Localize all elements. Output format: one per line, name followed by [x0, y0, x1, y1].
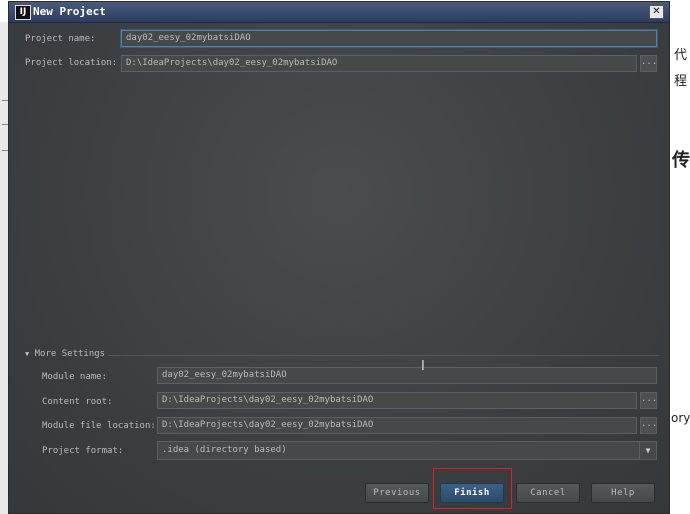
background-text-2: 程 — [674, 74, 688, 89]
project-format-label: Project format: — [42, 446, 124, 456]
dialog-title: New Project — [33, 5, 106, 18]
module-file-location-input[interactable]: D:\IdeaProjects\day02_eesy_02mybatsiDAO — [157, 417, 637, 434]
background-text-4: ory — [671, 411, 690, 425]
project-location-input[interactable]: D:\IdeaProjects\day02_eesy_02mybatsiDAO — [121, 55, 637, 72]
content-root-browse-button[interactable]: ... — [640, 392, 657, 409]
module-file-location-label: Module file location: — [42, 421, 156, 431]
finish-button[interactable]: Finish — [440, 483, 504, 503]
more-settings-toggle[interactable]: ▼ More Settings — [25, 349, 105, 359]
project-location-browse-button[interactable]: ... — [640, 55, 657, 72]
dropdown-arrow-icon: ▼ — [639, 442, 656, 459]
project-location-label: Project location: — [25, 58, 118, 68]
cancel-button[interactable]: Cancel — [516, 483, 580, 503]
text-cursor-icon: I — [421, 359, 425, 374]
module-file-location-browse-button[interactable]: ... — [640, 417, 657, 434]
project-format-value: .idea (directory based) — [162, 445, 287, 455]
content-root-label: Content root: — [42, 397, 113, 407]
content-root-input[interactable]: D:\IdeaProjects\day02_eesy_02mybatsiDAO — [157, 392, 637, 409]
new-project-dialog: IJ New Project ✕ Project name: day02_ees… — [8, 1, 670, 514]
more-settings-title: More Settings — [34, 349, 106, 359]
project-name-input[interactable]: day02_eesy_02mybatsiDAO — [121, 30, 657, 47]
dialog-content: Project name: day02_eesy_02mybatsiDAO Pr… — [9, 23, 669, 513]
more-settings-divider — [108, 355, 659, 356]
help-button[interactable]: Help — [591, 483, 655, 503]
close-button[interactable]: ✕ — [649, 5, 664, 19]
project-format-select[interactable]: .idea (directory based) ▼ — [157, 441, 657, 460]
background-text-3: 传 — [672, 150, 690, 171]
previous-button[interactable]: Previous — [365, 483, 429, 503]
intellij-icon: IJ — [15, 5, 31, 20]
close-icon: ✕ — [652, 6, 661, 17]
dialog-titlebar[interactable]: IJ New Project ✕ — [9, 2, 669, 23]
module-name-label: Module name: — [42, 372, 108, 382]
module-name-input[interactable]: day02_eesy_02mybatsiDAO — [157, 367, 657, 384]
chevron-down-icon: ▼ — [25, 350, 30, 358]
project-name-label: Project name: — [25, 34, 96, 44]
background-text-1: 代 — [674, 48, 688, 63]
